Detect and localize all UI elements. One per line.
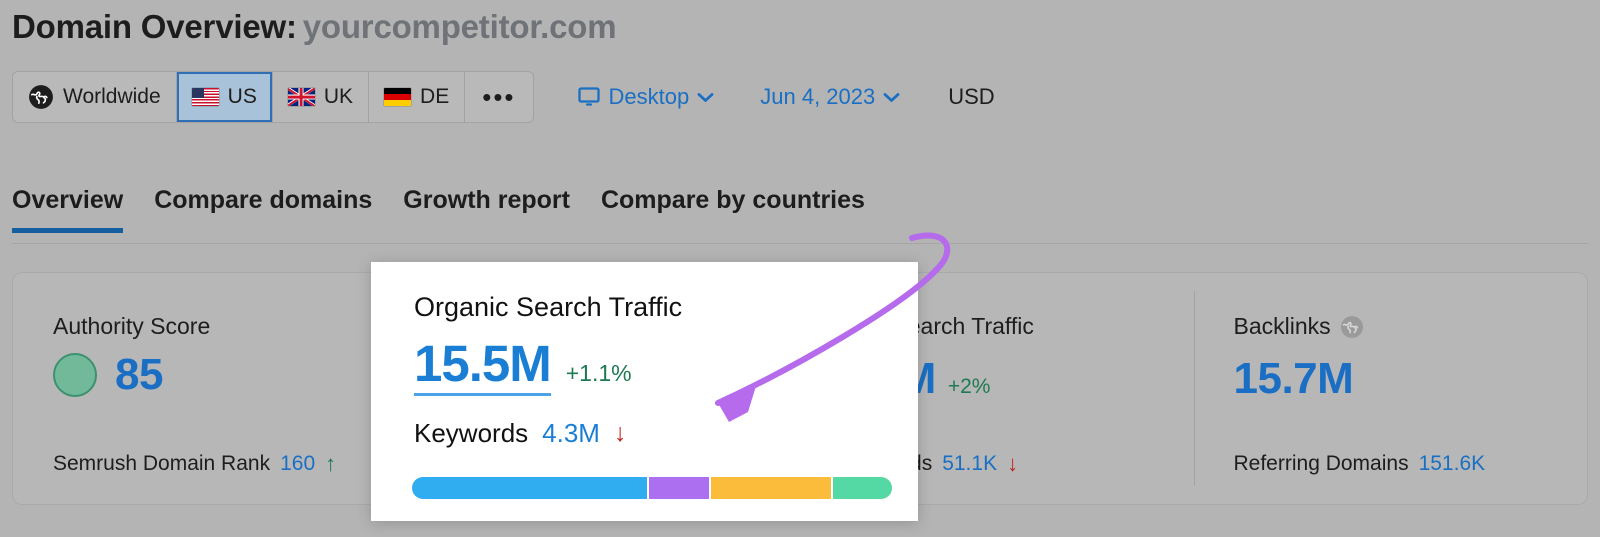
geo-option-label: US — [227, 85, 257, 108]
traffic-segment-purple-segment[interactable] — [649, 477, 710, 499]
metric-delta: +2% — [947, 375, 991, 398]
tab-label: Growth report — [403, 186, 570, 214]
metric-label-text: Backlinks — [1233, 313, 1331, 339]
geo-option-us[interactable]: US — [176, 72, 273, 122]
popup-keywords-row: Keywords 4.3M ↓ — [414, 418, 918, 449]
monitor-icon — [577, 87, 600, 106]
more-icon: ••• — [482, 81, 516, 112]
trend-down-icon: ↓ — [613, 419, 627, 448]
sub-value[interactable]: 151.6K — [1419, 452, 1486, 476]
tab-label: Compare by countries — [600, 186, 865, 214]
geo-option-label: Worldwide — [63, 85, 161, 108]
geo-option-worldwide[interactable]: Worldwide — [13, 72, 177, 122]
trend-down-icon: ↓ — [1007, 451, 1019, 476]
device-selector[interactable]: Desktop — [577, 84, 715, 110]
currency-label: USD — [948, 84, 995, 109]
metric-value-row: 15.7M — [1234, 354, 1588, 404]
trend-up-icon: ↑ — [325, 451, 337, 476]
tab-label: Compare domains — [154, 186, 373, 214]
metric-value[interactable]: 15.7M — [1234, 354, 1354, 404]
tab-label: Overview — [12, 186, 124, 214]
tab-bar-divider — [12, 243, 1588, 244]
tab-compare-by-countries[interactable]: Compare by countries — [601, 186, 865, 233]
chevron-down-icon — [697, 92, 714, 102]
tab-bar: Overview Compare domains Growth report C… — [12, 186, 865, 233]
metric-label-text: Authority Score — [53, 313, 211, 339]
page-title-domain: yourcompetitor.com — [302, 8, 617, 45]
traffic-segment-green-segment[interactable] — [833, 477, 892, 499]
tab-overview[interactable]: Overview — [12, 186, 124, 233]
traffic-segment-orange-segment[interactable] — [711, 477, 832, 499]
popup-keywords-label: Keywords — [414, 418, 529, 449]
authority-score-value[interactable]: 85 — [115, 350, 163, 400]
metric-label: Backlinks — [1234, 313, 1588, 340]
sub-label: Semrush Domain Rank — [53, 452, 271, 475]
device-label: Desktop — [608, 84, 690, 109]
flag-de-icon — [384, 88, 412, 106]
organic-search-traffic-popup: Organic Search Traffic 15.5M +1.1% Keywo… — [371, 262, 918, 521]
popup-traffic-value[interactable]: 15.5M — [414, 336, 552, 397]
globe-icon — [29, 85, 53, 109]
sub-value[interactable]: 160 — [280, 452, 315, 476]
popup-title: Organic Search Traffic — [414, 292, 683, 322]
geo-option-uk[interactable]: UK — [273, 72, 370, 122]
popup-traffic-delta: +1.1% — [565, 360, 632, 386]
authority-score-row: 85 — [53, 350, 407, 400]
geo-option-more[interactable]: ••• — [465, 72, 532, 122]
semrush-domain-rank-row: Semrush Domain Rank 160 ↑ — [53, 452, 336, 476]
authority-score-gauge-icon — [53, 353, 97, 397]
flag-us-icon — [191, 88, 219, 106]
date-selector[interactable]: Jun 4, 2023 — [760, 84, 900, 110]
tab-compare-domains[interactable]: Compare domains — [154, 186, 372, 233]
sub-value[interactable]: 51.1K — [942, 452, 997, 476]
metric-backlinks: Backlinks 15.7M Referring Domains 151.6K — [1193, 273, 1588, 504]
flag-uk-icon — [287, 88, 315, 106]
toolbar: Worldwide US UK DE ••• Desktop Jun 4, 20… — [12, 71, 995, 123]
chevron-down-icon — [883, 92, 900, 102]
page-title-prefix: Domain Overview: — [12, 8, 297, 45]
globe-icon — [1340, 315, 1363, 338]
geo-option-de[interactable]: DE — [369, 72, 466, 122]
page-title: Domain Overview: yourcompetitor.com — [12, 8, 617, 46]
traffic-distribution-bar — [412, 477, 892, 499]
geo-option-label: DE — [420, 85, 450, 108]
popup-keywords-value[interactable]: 4.3M — [542, 418, 600, 449]
date-label: Jun 4, 2023 — [760, 84, 876, 109]
tab-growth-report[interactable]: Growth report — [403, 186, 570, 233]
geo-option-label: UK — [323, 85, 354, 108]
metric-label: Authority Score — [53, 313, 407, 340]
sub-label: Referring Domains — [1233, 452, 1409, 475]
popup-value-row: 15.5M +1.1% — [414, 336, 918, 397]
traffic-segment-branded[interactable] — [412, 477, 648, 499]
referring-domains-row: Referring Domains 151.6K — [1234, 452, 1486, 476]
metric-authority-score: Authority Score 85 Semrush Domain Rank 1… — [13, 273, 407, 504]
geo-selector-group: Worldwide US UK DE ••• — [12, 71, 534, 123]
